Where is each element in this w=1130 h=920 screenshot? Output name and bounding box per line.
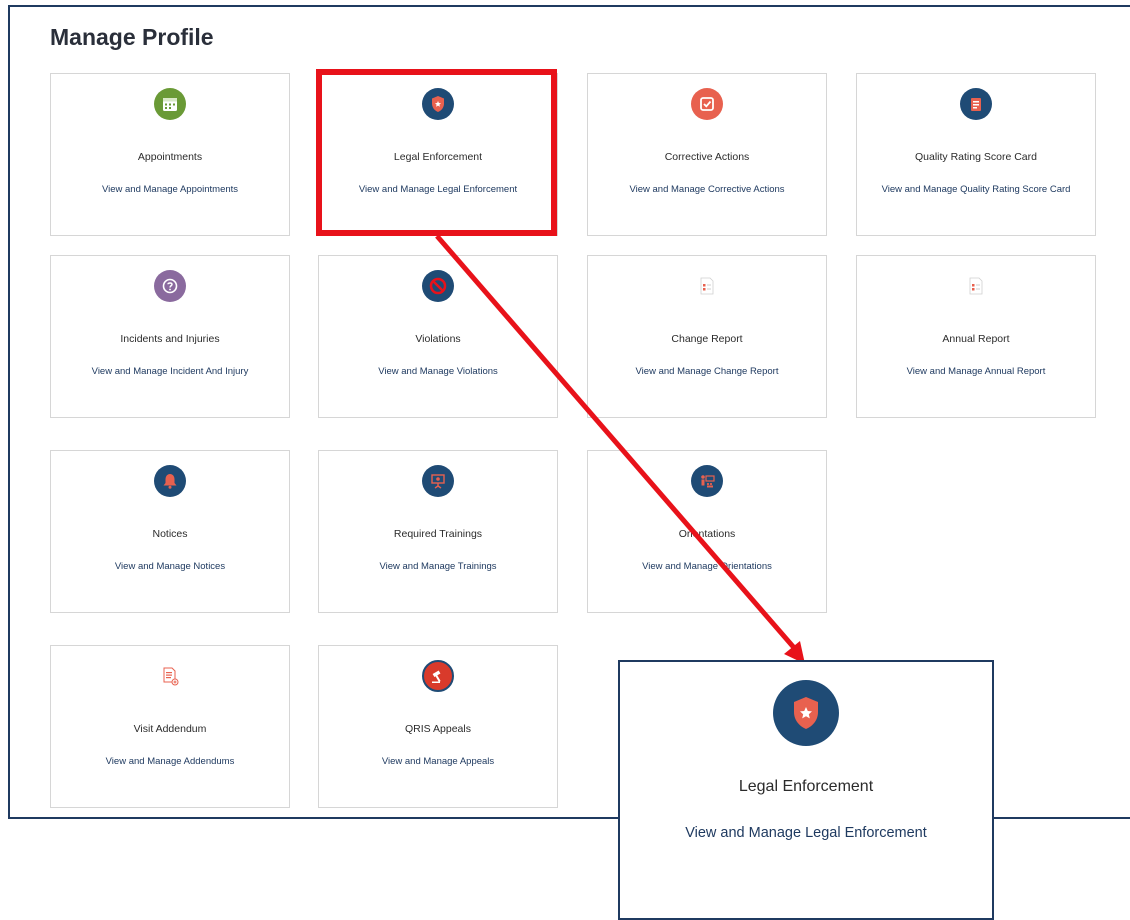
incidents-card[interactable]: Incidents and Injuries View and Manage I… bbox=[50, 255, 290, 418]
zoomed-legal-enforcement-card[interactable]: Legal Enforcement View and Manage Legal … bbox=[618, 660, 994, 920]
card-link[interactable]: View and Manage Legal Enforcement bbox=[620, 825, 992, 841]
card-link[interactable]: View and Manage Violations bbox=[333, 363, 543, 381]
card-link[interactable]: View and Manage Change Report bbox=[602, 363, 812, 381]
appointments-card[interactable]: Appointments View and Manage Appointment… bbox=[50, 73, 290, 236]
annual-report-card[interactable]: Annual Report View and Manage Annual Rep… bbox=[856, 255, 1096, 418]
card-title: Orientations bbox=[678, 528, 736, 540]
card-link[interactable]: View and Manage Appeals bbox=[333, 753, 543, 771]
checkbox-icon bbox=[691, 88, 723, 120]
card-link[interactable]: View and Manage Incident And Injury bbox=[65, 363, 275, 381]
card-link[interactable]: View and Manage Legal Enforcement bbox=[333, 181, 543, 199]
report-icon bbox=[691, 270, 723, 302]
classroom-icon bbox=[691, 465, 723, 497]
visit-addendum-card[interactable]: Visit Addendum View and Manage Addendums bbox=[50, 645, 290, 808]
card-title: Legal Enforcement bbox=[393, 151, 483, 163]
card-link[interactable]: View and Manage Corrective Actions bbox=[602, 181, 812, 199]
orientations-card[interactable]: Orientations View and Manage Orientation… bbox=[587, 450, 827, 613]
corrective-actions-card[interactable]: Corrective Actions View and Manage Corre… bbox=[587, 73, 827, 236]
presentation-icon bbox=[422, 465, 454, 497]
card-title: Violations bbox=[415, 333, 461, 345]
card-title: Visit Addendum bbox=[133, 723, 207, 735]
card-title: Appointments bbox=[137, 151, 203, 163]
card-title: Legal Enforcement bbox=[738, 778, 874, 795]
card-link[interactable]: View and Manage Quality Rating Score Car… bbox=[871, 181, 1081, 199]
calendar-icon bbox=[154, 88, 186, 120]
qris-appeals-card[interactable]: QRIS Appeals View and Manage Appeals bbox=[318, 645, 558, 808]
card-title: Required Trainings bbox=[393, 528, 483, 540]
report-icon bbox=[960, 270, 992, 302]
card-title: Notices bbox=[152, 528, 188, 540]
prohibited-icon bbox=[422, 270, 454, 302]
card-title: QRIS Appeals bbox=[405, 723, 471, 735]
card-link[interactable]: View and Manage Orientations bbox=[602, 558, 812, 576]
document-add-icon bbox=[154, 660, 186, 692]
question-icon bbox=[154, 270, 186, 302]
change-report-card[interactable]: Change Report View and Manage Change Rep… bbox=[587, 255, 827, 418]
gavel-icon bbox=[422, 660, 454, 692]
quality-rating-card[interactable]: Quality Rating Score Card View and Manag… bbox=[856, 73, 1096, 236]
card-link[interactable]: View and Manage Trainings bbox=[333, 558, 543, 576]
page-title: Manage Profile bbox=[50, 24, 214, 50]
card-title: Quality Rating Score Card bbox=[915, 151, 1037, 163]
violations-card[interactable]: Violations View and Manage Violations bbox=[318, 255, 558, 418]
shield-icon bbox=[773, 680, 839, 746]
card-link[interactable]: View and Manage Annual Report bbox=[871, 363, 1081, 381]
bell-icon bbox=[154, 465, 186, 497]
card-title: Change Report bbox=[671, 333, 743, 345]
card-title: Incidents and Injuries bbox=[120, 333, 220, 345]
card-link[interactable]: View and Manage Appointments bbox=[65, 181, 275, 199]
shield-icon bbox=[422, 88, 454, 120]
card-title: Annual Report bbox=[942, 333, 1010, 345]
legal-enforcement-card[interactable]: Legal Enforcement View and Manage Legal … bbox=[318, 73, 558, 236]
score-card-icon bbox=[960, 88, 992, 120]
notices-card[interactable]: Notices View and Manage Notices bbox=[50, 450, 290, 613]
card-title: Corrective Actions bbox=[664, 151, 750, 163]
card-link[interactable]: View and Manage Notices bbox=[65, 558, 275, 576]
card-link[interactable]: View and Manage Addendums bbox=[65, 753, 275, 771]
required-trainings-card[interactable]: Required Trainings View and Manage Train… bbox=[318, 450, 558, 613]
